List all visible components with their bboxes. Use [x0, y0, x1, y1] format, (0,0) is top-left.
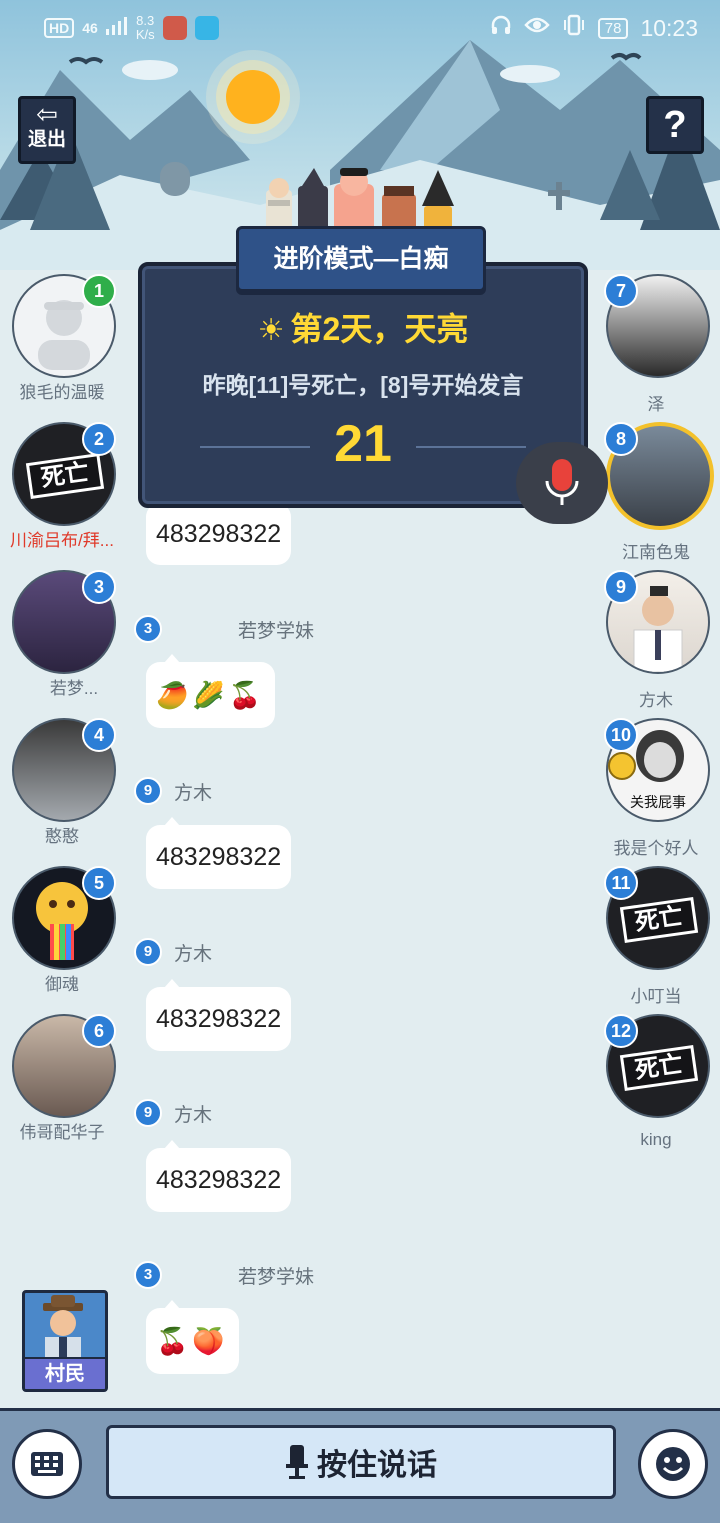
network-speed: 8.3 K/s [136, 14, 155, 42]
speed-unit: K/s [135, 27, 155, 42]
cherry-emoji: 🍒 [156, 1325, 189, 1356]
countdown-timer: 21 [334, 415, 392, 473]
sender-seat-badge: 9 [134, 1099, 162, 1127]
speed-value: 8.3 [136, 13, 155, 28]
player-name: 伟哥配华子 [19, 1123, 105, 1142]
day-status: ☀ 第2天，天亮 [142, 304, 584, 350]
player-name: 泽 [647, 395, 665, 414]
chat-sender: 9 方木 [134, 776, 212, 806]
mango-emoji: 🥭 [156, 679, 189, 710]
keyboard-icon [31, 1452, 63, 1476]
chat-bubble: 483298322 [146, 979, 292, 1051]
push-to-talk-button[interactable]: 按住说话 [106, 1425, 616, 1499]
eye-icon [524, 15, 550, 41]
seat-number-badge: 1 [82, 274, 116, 308]
mic-icon [545, 459, 579, 505]
player-name: 川渝吕布/拜... [10, 531, 114, 550]
dead-stamp: 死亡 [25, 453, 105, 499]
sender-name: 方木 [174, 943, 213, 965]
sender-name: 方木 [174, 1104, 213, 1126]
status-bar: HD 46 8.3 K/s 78 10:23 [0, 0, 720, 56]
player-name: 方木 [639, 691, 673, 710]
signal-bars-icon [105, 15, 128, 41]
chat-sender: 9 方木 [134, 937, 212, 967]
battery-indicator: 78 [597, 17, 629, 39]
seat-number-badge: 6 [82, 1014, 116, 1048]
bottom-toolbar: 按住说话 [0, 1408, 720, 1523]
push-to-talk-label: 按住说话 [317, 1449, 437, 1482]
seat-number-badge: 11 [604, 866, 638, 900]
dead-stamp: 死亡 [619, 1045, 699, 1091]
sender-seat-badge: 9 [134, 938, 162, 966]
exit-icon: ⇦ [36, 99, 58, 129]
avatar-caption: 关我屁事 [630, 794, 686, 810]
player-name: king [640, 1130, 672, 1149]
game-mode-banner: 进阶模式—白痴 [236, 226, 486, 292]
sender-seat-badge: 3 [134, 1261, 162, 1289]
seat-number-badge: 9 [604, 570, 638, 604]
mic-icon [286, 1445, 308, 1479]
seat-number-badge: 2 [82, 422, 116, 456]
chat-bubble: 483298322 [146, 1140, 292, 1212]
player-name: 憨憨 [45, 827, 79, 846]
chat-text: 483298322 [156, 842, 282, 871]
role-label: 村民 [25, 1357, 105, 1389]
chat-sender: 3 若梦学妹 [134, 614, 314, 644]
chat-text: 483298322 [156, 1004, 282, 1033]
day-text: 第2天，天亮 [290, 311, 469, 347]
chat-text: 483298322 [156, 519, 282, 548]
player-name: 若梦... [49, 679, 99, 698]
player-name: 江南色鬼 [622, 543, 690, 562]
signal-icon: 46 [82, 20, 98, 36]
keyboard-button[interactable] [12, 1429, 82, 1499]
sheriff-badge-icon [608, 752, 636, 780]
chat-sender: 9 方木 [134, 1098, 212, 1128]
sender-name: 方木 [174, 782, 213, 804]
player-name: 狼毛的温暖 [19, 383, 105, 402]
chat-sender: 3 若梦学妹 [134, 1260, 314, 1290]
exit-label: 退出 [27, 129, 66, 150]
player-name: 御魂 [45, 975, 79, 994]
sender-seat-badge: 3 [134, 615, 162, 643]
player-name: 小叮当 [630, 987, 682, 1006]
hd-badge: HD [44, 18, 75, 38]
night-result-message: 昨晚[11]号死亡，[8]号开始发言 [202, 372, 524, 398]
smiley-icon [656, 1447, 690, 1481]
villager-portrait [43, 1295, 83, 1363]
sender-name: 若梦学妹 [238, 620, 315, 642]
app-notification-icon [162, 16, 187, 40]
seat-number-badge: 8 [604, 422, 638, 456]
sun-small-icon: ☀ [257, 314, 285, 347]
emoji-button[interactable] [638, 1429, 708, 1499]
exit-button[interactable]: ⇦ 退出 [18, 96, 76, 164]
clock: 10:23 [640, 14, 698, 41]
role-card[interactable]: 村民 [22, 1290, 108, 1392]
mic-button[interactable] [516, 442, 608, 524]
seat-number-badge: 10 [604, 718, 638, 752]
headphones-icon [490, 14, 512, 42]
chat-bubble: 483298322 [146, 817, 292, 889]
seat-number-badge: 3 [82, 570, 116, 604]
seat-number-badge: 5 [82, 866, 116, 900]
seat-number-badge: 12 [604, 1014, 638, 1048]
peach-emoji: 🍑 [192, 1325, 225, 1356]
sender-name: 若梦学妹 [238, 1266, 315, 1288]
chat-text: 483298322 [156, 1165, 282, 1194]
seat-number-badge: 4 [82, 718, 116, 752]
vibrate-icon [562, 14, 586, 42]
player-name: 我是个好人 [613, 839, 699, 858]
seat-number-badge: 7 [604, 274, 638, 308]
chat-bubble: 483298322 [146, 495, 292, 565]
corn-emoji: 🌽 [192, 679, 225, 710]
chat-bubble: 🥭 🌽 🍒 [146, 654, 276, 728]
video-app-icon [194, 16, 219, 40]
help-button[interactable]: ? [646, 96, 704, 154]
chat-bubble: 🍒 🍑 [146, 1300, 239, 1374]
dead-stamp: 死亡 [619, 897, 699, 943]
sun-icon [226, 70, 280, 124]
sender-seat-badge: 9 [134, 777, 162, 805]
cherry-emoji: 🍒 [228, 679, 262, 710]
